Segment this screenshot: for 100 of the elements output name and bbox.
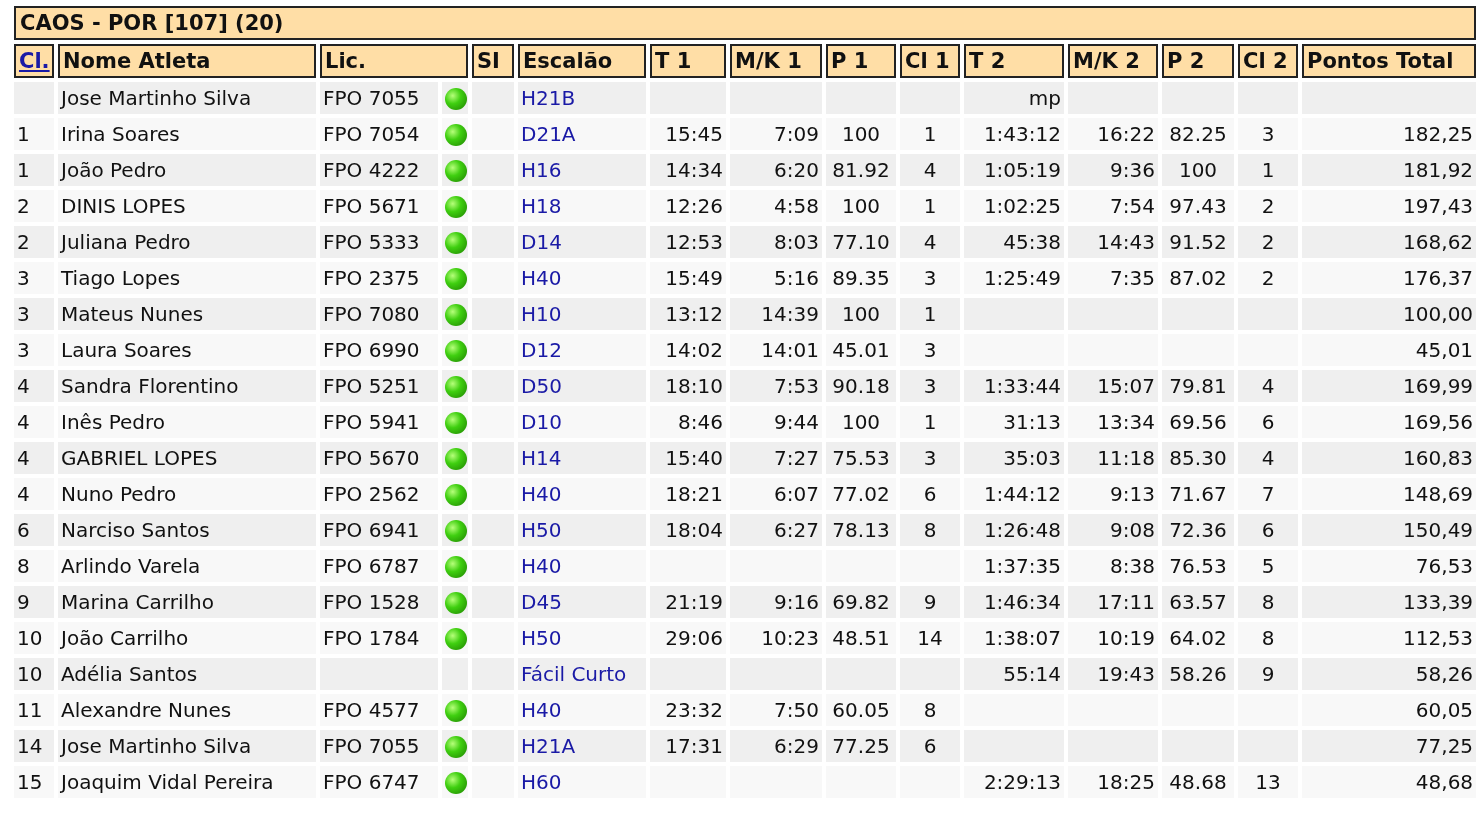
category-link[interactable]: H21B <box>518 82 646 114</box>
table-cell: Tiago Lopes <box>58 262 316 294</box>
table-cell: 133,39 <box>1302 586 1477 618</box>
table-cell: 15:07 <box>1068 370 1158 402</box>
table-cell: 69.82 <box>826 586 896 618</box>
table-cell: 4 <box>14 442 54 474</box>
table-cell: Mateus Nunes <box>58 298 316 330</box>
table-cell: 11:18 <box>1068 442 1158 474</box>
table-cell: 11 <box>14 694 54 726</box>
table-cell: 77,25 <box>1302 730 1477 762</box>
table-cell: 14 <box>900 622 960 654</box>
table-cell: 1:02:25 <box>964 190 1064 222</box>
category-link[interactable]: H40 <box>518 478 646 510</box>
table-cell: 8 <box>900 514 960 546</box>
column-header: M/K 1 <box>730 44 822 78</box>
category-link[interactable]: D12 <box>518 334 646 366</box>
category-link[interactable]: H10 <box>518 298 646 330</box>
category-link[interactable]: D50 <box>518 370 646 402</box>
category-link[interactable]: H40 <box>518 694 646 726</box>
category-link[interactable]: H18 <box>518 190 646 222</box>
table-cell: 9:08 <box>1068 514 1158 546</box>
table-cell: 12:26 <box>650 190 726 222</box>
table-cell: 1 <box>14 154 54 186</box>
category-link[interactable]: H40 <box>518 262 646 294</box>
category-link[interactable]: H40 <box>518 550 646 582</box>
table-cell: 15:45 <box>650 118 726 150</box>
table-cell: Marina Carrilho <box>58 586 316 618</box>
table-cell: 76.53 <box>1162 550 1234 582</box>
table-cell: Juliana Pedro <box>58 226 316 258</box>
category-link[interactable]: H50 <box>518 514 646 546</box>
table-cell: 18:21 <box>650 478 726 510</box>
table-cell: 7:54 <box>1068 190 1158 222</box>
table-cell: 17:31 <box>650 730 726 762</box>
table-cell: FPO 5333 <box>320 226 438 258</box>
table-cell: 6 <box>14 514 54 546</box>
table-cell: 169,56 <box>1302 406 1477 438</box>
table-cell: 2 <box>1238 190 1298 222</box>
table-cell: 17:11 <box>1068 586 1158 618</box>
table-cell: 48.68 <box>1162 766 1234 798</box>
category-link[interactable]: D14 <box>518 226 646 258</box>
table-cell: 8:46 <box>650 406 726 438</box>
table-cell: 100,00 <box>1302 298 1477 330</box>
column-header: SI <box>472 44 514 78</box>
category-link[interactable]: H16 <box>518 154 646 186</box>
table-cell: 45,01 <box>1302 334 1477 366</box>
column-header: T 1 <box>650 44 726 78</box>
table-cell: 9 <box>14 586 54 618</box>
table-cell: 71.67 <box>1162 478 1234 510</box>
column-header: Escalão <box>518 44 646 78</box>
table-cell: 15:49 <box>650 262 726 294</box>
table-cell: 1 <box>900 298 960 330</box>
table-cell: 60,05 <box>1302 694 1477 726</box>
column-header: M/K 2 <box>1068 44 1158 78</box>
table-cell: 21:19 <box>650 586 726 618</box>
table-cell: 91.52 <box>1162 226 1234 258</box>
table-cell: 1 <box>900 406 960 438</box>
table-cell: 8 <box>1238 622 1298 654</box>
column-header: Pontos Total <box>1302 44 1477 78</box>
category-link[interactable]: H14 <box>518 442 646 474</box>
category-link[interactable]: H50 <box>518 622 646 654</box>
table-cell: João Pedro <box>58 154 316 186</box>
category-link[interactable]: D10 <box>518 406 646 438</box>
table-cell: 4 <box>14 406 54 438</box>
category-link[interactable]: Fácil Curto <box>518 658 646 690</box>
category-link[interactable]: H21A <box>518 730 646 762</box>
table-cell: FPO 5671 <box>320 190 438 222</box>
table-cell: 3 <box>14 334 54 366</box>
table-cell: 14 <box>14 730 54 762</box>
table-cell: DINIS LOPES <box>58 190 316 222</box>
category-link[interactable]: D45 <box>518 586 646 618</box>
table-cell: 10 <box>14 658 54 690</box>
table-cell: 197,43 <box>1302 190 1477 222</box>
table-cell: 6 <box>1238 514 1298 546</box>
category-link[interactable]: H60 <box>518 766 646 798</box>
table-cell: FPO 2375 <box>320 262 438 294</box>
table-cell: 3 <box>14 298 54 330</box>
table-cell: 6:27 <box>730 514 822 546</box>
table-cell: FPO 6990 <box>320 334 438 366</box>
table-cell: 1:38:07 <box>964 622 1064 654</box>
table-cell: 9:36 <box>1068 154 1158 186</box>
table-cell: 1 <box>900 118 960 150</box>
table-cell: mp <box>964 82 1064 114</box>
table-cell: 79.81 <box>1162 370 1234 402</box>
table-cell: Laura Soares <box>58 334 316 366</box>
table-cell: 69.56 <box>1162 406 1234 438</box>
table-cell: 1:46:34 <box>964 586 1064 618</box>
table-cell: Arlindo Varela <box>58 550 316 582</box>
table-cell: 7:35 <box>1068 262 1158 294</box>
table-cell: 6:20 <box>730 154 822 186</box>
category-link[interactable]: D21A <box>518 118 646 150</box>
table-cell: Alexandre Nunes <box>58 694 316 726</box>
table-cell: 4 <box>14 478 54 510</box>
table-cell: FPO 6941 <box>320 514 438 546</box>
table-cell: 15 <box>14 766 54 798</box>
table-cell: 2 <box>14 226 54 258</box>
table-cell: João Carrilho <box>58 622 316 654</box>
table-cell: 100 <box>826 118 896 150</box>
table-cell: 3 <box>900 370 960 402</box>
table-cell: 77.02 <box>826 478 896 510</box>
table-cell: 13:34 <box>1068 406 1158 438</box>
